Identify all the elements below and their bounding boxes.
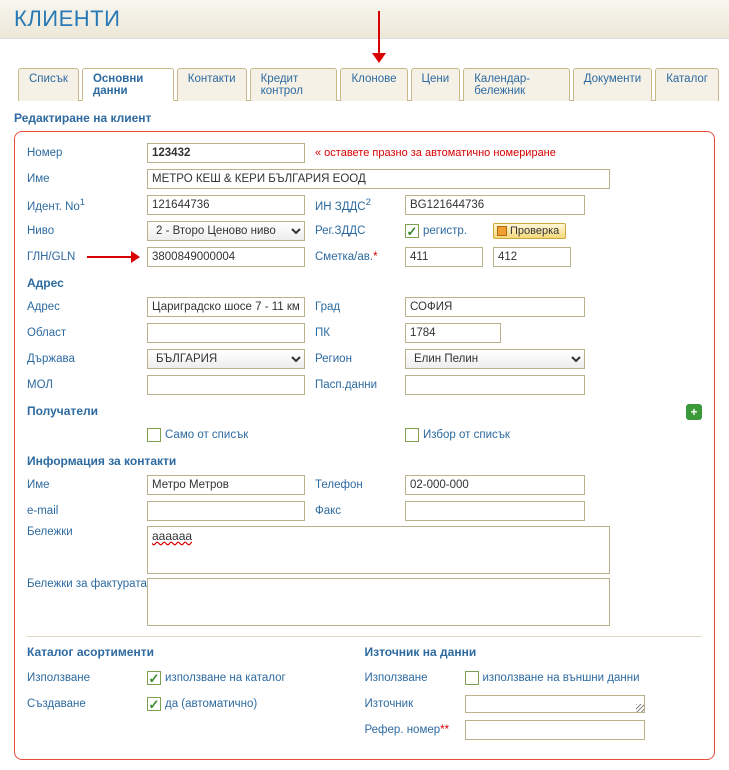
number-input[interactable] [147, 143, 305, 163]
label-refnum: Рефер. номер** [365, 724, 465, 736]
verify-button[interactable]: Проверка [493, 223, 566, 239]
add-recipient-button[interactable]: + [686, 404, 702, 420]
select-from-list-checkbox[interactable] [405, 428, 419, 442]
label-region: Регион [315, 353, 405, 365]
use-external-checkbox[interactable] [465, 671, 479, 685]
label-zip: ПК [315, 327, 405, 339]
vat-reg-checkbox[interactable] [405, 224, 419, 238]
recipients-heading: Получатели + [27, 404, 702, 418]
only-from-list-checkbox[interactable] [147, 428, 161, 442]
level-select[interactable]: 2 - Второ Ценово ниво [147, 221, 305, 241]
contact-name-input[interactable] [147, 475, 305, 495]
label-fax: Факс [315, 505, 405, 517]
account2-input[interactable] [493, 247, 571, 267]
number-hint: « оставете празно за автоматично номерир… [315, 147, 556, 159]
label-level: Ниво [27, 225, 147, 237]
address-input[interactable] [147, 297, 305, 317]
invoice-notes-textarea[interactable] [147, 578, 610, 626]
page-title: КЛИЕНТИ [14, 6, 715, 32]
arrow-annotation-down [372, 11, 386, 63]
contact-info-heading: Информация за контакти [27, 454, 702, 468]
tab-calendar[interactable]: Календар-бележник [463, 68, 570, 101]
label-district: Област [27, 327, 147, 339]
tab-credit-control[interactable]: Кредит контрол [250, 68, 338, 101]
district-input[interactable] [147, 323, 305, 343]
label-creation: Създаване [27, 698, 147, 710]
use-catalog-checkbox[interactable] [147, 671, 161, 685]
country-select[interactable]: БЪЛГАРИЯ [147, 349, 305, 369]
tab-prices[interactable]: Цени [411, 68, 461, 101]
label-vat-reg: Рег.ЗДДС [315, 225, 405, 237]
use-external-label: използване на външни данни [483, 672, 640, 684]
name-input[interactable] [147, 169, 610, 189]
label-email: e-mail [27, 505, 147, 517]
label-number: Номер [27, 147, 147, 159]
gln-input[interactable] [147, 247, 305, 267]
tab-catalog[interactable]: Каталог [655, 68, 719, 101]
source-input[interactable] [465, 695, 645, 713]
email-input[interactable] [147, 501, 305, 521]
tab-documents[interactable]: Документи [573, 68, 652, 101]
tab-main-data[interactable]: Основни данни [82, 68, 174, 101]
label-contact-name: Име [27, 479, 147, 491]
label-address: Адрес [27, 301, 147, 313]
auto-create-checkbox[interactable] [147, 697, 161, 711]
tab-branches[interactable]: Клонове [340, 68, 407, 101]
label-country: Държава [27, 353, 147, 365]
tabs-bar: Списък Основни данни Контакти Кредит кон… [18, 67, 719, 101]
label-source: Източник [365, 698, 465, 710]
label-usage: Използване [27, 672, 147, 684]
label-passport: Пасп.данни [315, 379, 405, 391]
refnum-input[interactable] [465, 720, 645, 740]
label-notes: Бележки [27, 526, 147, 538]
divider [27, 636, 702, 637]
region-select[interactable]: Елин Пелин [405, 349, 585, 369]
tab-contacts[interactable]: Контакти [177, 68, 247, 101]
address-heading: Адрес [27, 276, 702, 290]
notes-textarea[interactable]: aaaaaa [147, 526, 610, 574]
label-city: Град [315, 301, 405, 313]
vat-reg-checkbox-label: регистр. [423, 225, 467, 237]
datasource-heading: Източник на данни [365, 645, 703, 659]
vat-id-input[interactable] [405, 195, 585, 215]
tab-list[interactable]: Списък [18, 68, 79, 101]
fax-input[interactable] [405, 501, 585, 521]
label-ds-usage: Използване [365, 672, 465, 684]
catalog-heading: Каталог асортименти [27, 645, 365, 659]
label-mol: МОЛ [27, 379, 147, 391]
label-account: Сметка/ав.* [315, 251, 405, 263]
form-panel: Номер « оставете празно за автоматично н… [14, 131, 715, 760]
account1-input[interactable] [405, 247, 483, 267]
select-from-list-label: Избор от списък [423, 429, 510, 441]
label-name: Име [27, 173, 147, 185]
label-ident: Идент. No1 [27, 197, 147, 213]
label-invoice-notes: Бележки за фактурата [27, 578, 147, 590]
use-catalog-label: използване на каталог [165, 672, 286, 684]
only-from-list-label: Само от списък [165, 429, 248, 441]
form-heading: Редактиране на клиент [14, 111, 715, 125]
phone-input[interactable] [405, 475, 585, 495]
mol-input[interactable] [147, 375, 305, 395]
city-input[interactable] [405, 297, 585, 317]
passport-input[interactable] [405, 375, 585, 395]
label-vat-id: ИН ЗДДС2 [315, 197, 405, 213]
auto-create-label: да (автоматично) [165, 698, 257, 710]
label-phone: Телефон [315, 479, 405, 491]
zip-input[interactable] [405, 323, 501, 343]
ident-input[interactable] [147, 195, 305, 215]
